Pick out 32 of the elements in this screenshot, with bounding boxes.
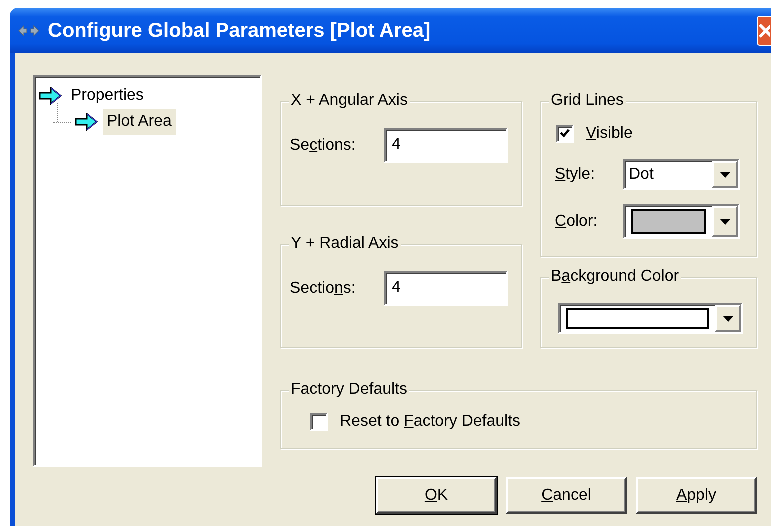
field-label: Color: [555,212,599,232]
close-icon [758,22,770,38]
caret-icon [720,172,730,178]
arrow-icon [75,113,99,131]
dropdown-value: Dot [628,165,655,185]
field-label: Sections: [290,278,357,298]
dialog-button[interactable]: Apply [636,477,757,514]
tree-item[interactable]: Properties [67,83,148,109]
field-label: Sections: [290,136,357,156]
dialog-button[interactable]: Cancel [506,477,627,514]
field-label: Style: [555,164,596,184]
window-title: Configure Global Parameters [Plot Area] [48,18,431,44]
caret-icon [720,218,730,224]
dialog-button[interactable]: OK [376,477,497,514]
group-title: Factory Defaults [289,381,410,399]
dropdown[interactable] [623,204,740,239]
checkbox-label: Visible [586,124,633,144]
group-title: X + Angular Axis [289,92,410,110]
close-button[interactable] [757,16,771,46]
checkbox-label: Reset to Factory Defaults [340,412,521,432]
dropdown[interactable] [558,303,743,334]
check-icon [559,128,571,140]
sections-field[interactable]: 4 [384,128,508,163]
checkbox[interactable] [556,125,574,143]
arrow-icon [39,87,63,105]
tree-item[interactable]: Plot Area [103,109,176,135]
arrows-icon [18,24,40,38]
sections-field[interactable]: 4 [384,271,508,306]
caret-icon [722,316,734,322]
group-title: Background Color [549,268,682,286]
checkbox[interactable] [310,413,328,431]
dropdown[interactable]: Dot [623,159,740,190]
